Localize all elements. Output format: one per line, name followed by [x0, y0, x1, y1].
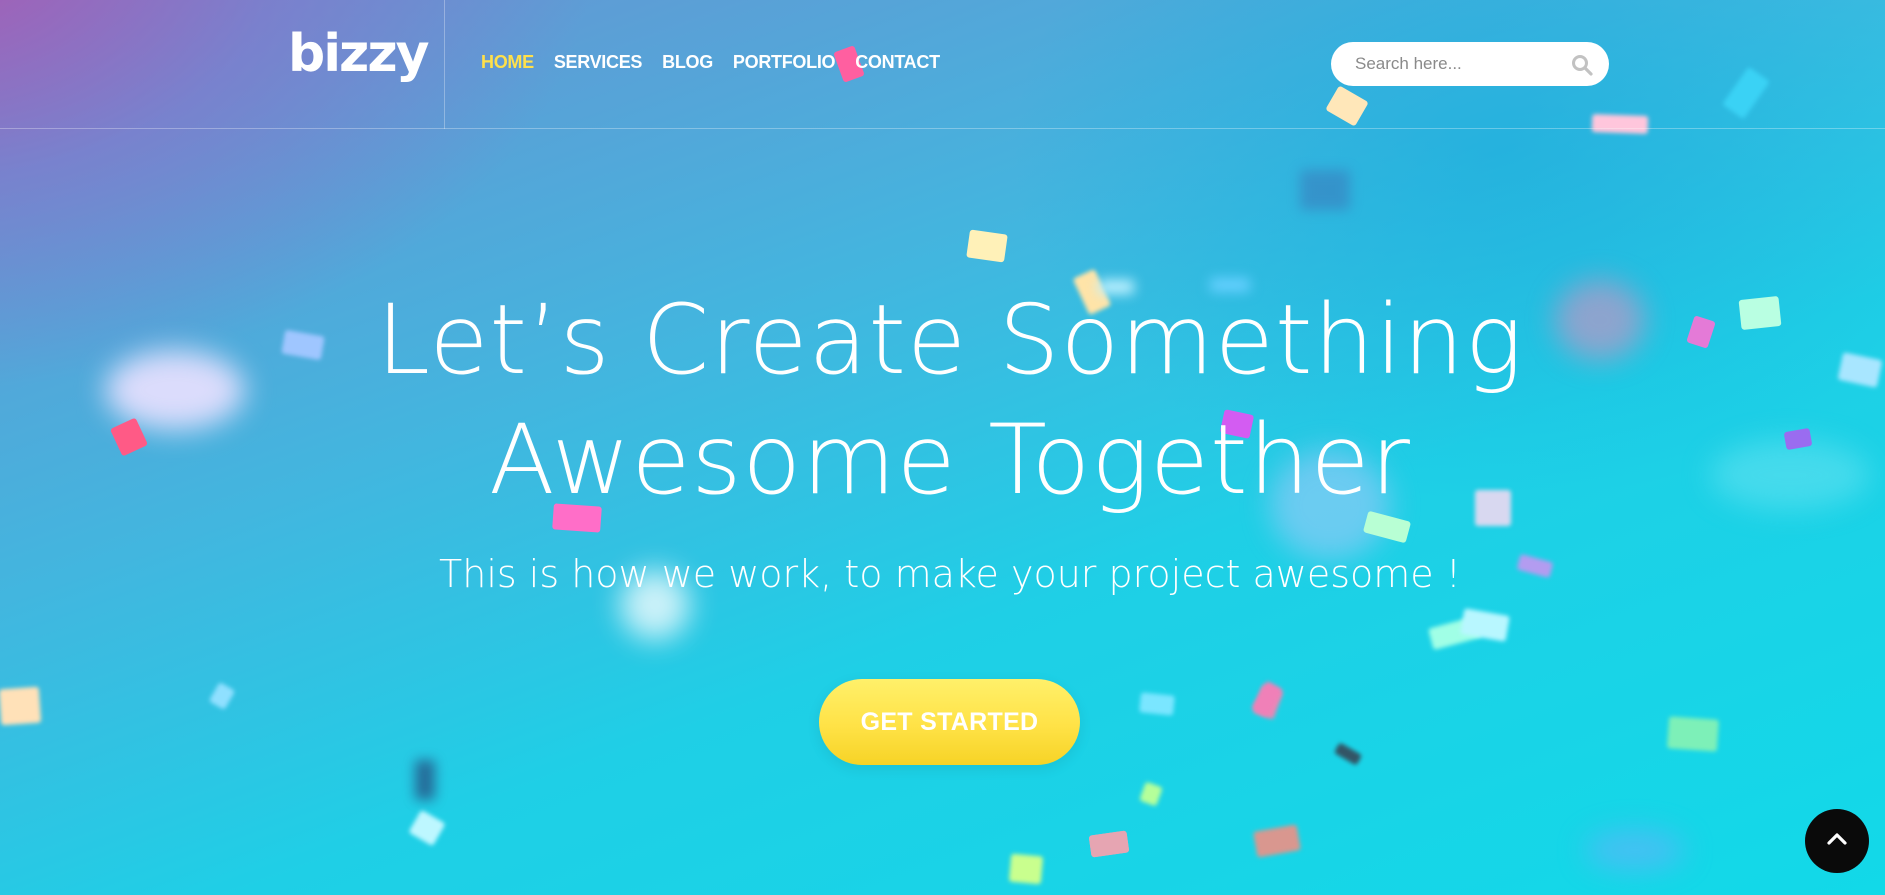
brand-logo[interactable]: bizzy	[288, 28, 429, 80]
header-divider	[444, 0, 445, 129]
hero-headline: Let’s Create Something Awesome Together	[0, 280, 1885, 520]
headline-line-2: Awesome Together	[489, 404, 1411, 516]
headline-line-1: Let’s Create Something	[376, 284, 1524, 396]
nav-item-services[interactable]: SERVICES	[554, 52, 643, 73]
main-nav: HOME SERVICES BLOG PORTFOLIO CONTACT	[481, 52, 940, 73]
get-started-button[interactable]: GET STARTED	[819, 679, 1080, 765]
hero-subheadline: This is how we work, to make your projec…	[439, 552, 1461, 596]
nav-item-portfolio[interactable]: PORTFOLIO	[733, 52, 836, 73]
site-header: bizzy HOME SERVICES BLOG PORTFOLIO CONTA…	[0, 0, 1885, 129]
nav-item-contact[interactable]: CONTACT	[855, 52, 940, 73]
chevron-up-icon	[1824, 826, 1850, 856]
search-box	[1331, 42, 1609, 86]
nav-item-home[interactable]: HOME	[481, 52, 534, 73]
nav-item-blog[interactable]: BLOG	[662, 52, 713, 73]
search-icon[interactable]	[1571, 54, 1593, 76]
scroll-to-top-button[interactable]	[1805, 809, 1869, 873]
search-input[interactable]	[1355, 42, 1565, 86]
hero-section: bizzy HOME SERVICES BLOG PORTFOLIO CONTA…	[0, 0, 1885, 895]
